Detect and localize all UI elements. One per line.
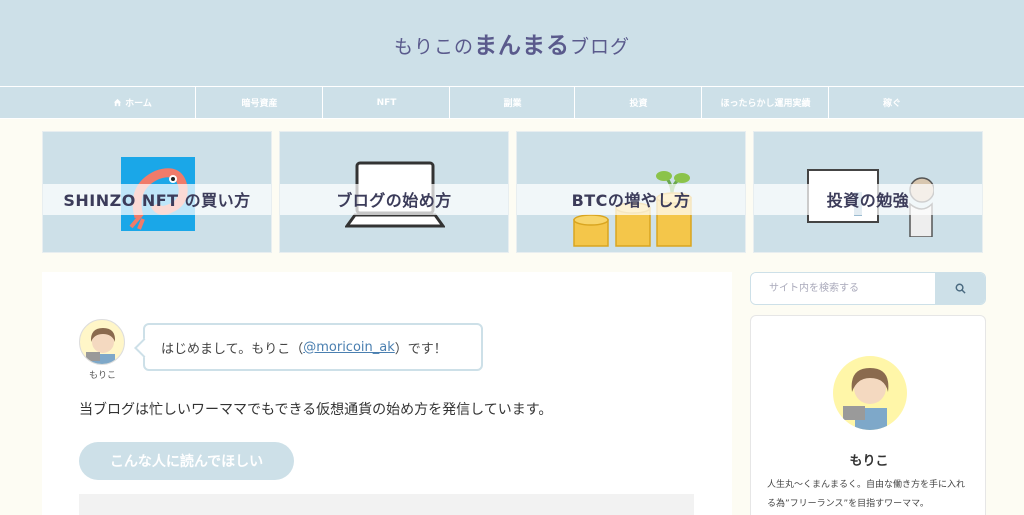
nav-item-results[interactable]: ほったらかし運用実績 [703,87,829,118]
site-title[interactable]: もりこのまんまるブログ [394,26,630,60]
main-content: もりこ はじめまして。もりこ（ @moricoin_ak ）です！ 当ブログは忙しい… [42,272,732,515]
main-nav: ホーム 暗号資産 NFT 副業 投資 ほったらかし運用実績 稼ぐ [0,86,1024,119]
site-title-part3: ブログ [570,36,631,58]
featured-card-btc[interactable]: BTCの増やし方 [516,131,746,253]
site-title-part1: もりこの [393,36,474,58]
card-label: BTCの増やし方 [571,191,691,210]
nav-item-crypto[interactable]: 暗号資産 [197,87,323,118]
speech-text-suffix: ）です！ [394,341,447,357]
intro-text: 当ブログは忙しいワーママでもできる仮想通貨の始め方を発信しています。 [79,402,553,418]
profile-widget: もりこ 人生丸〜くまんまるく。自由な働き方を手に入れる為”フリーランス”を目指す… [750,315,986,515]
speech-bubble: はじめまして。もりこ（ @moricoin_ak ）です！ [143,323,483,371]
nav-item-earn[interactable]: 稼ぐ [830,87,954,118]
nav-item-investment[interactable]: 投資 [576,87,702,118]
speech-text: はじめまして。もりこ（ [161,341,304,357]
profile-avatar [833,356,907,430]
featured-card-study[interactable]: 投資の勉強 [753,131,983,253]
nav-item-label: ほったらかし運用実績 [720,99,811,109]
nav-item-nft[interactable]: NFT [324,87,450,118]
search-input[interactable] [751,273,937,304]
site-title-part2: まんまる [474,33,570,59]
nav-item-side-job[interactable]: 副業 [451,87,575,118]
nav-item-label: 暗号資産 [241,99,278,109]
site-header: もりこのまんまるブログ [0,0,1024,86]
section-heading: こんな人に読んでほしい [79,442,294,480]
nav-item-label: 副業 [503,99,522,109]
search-icon [955,283,966,294]
nav-item-label: 投資 [629,99,648,109]
featured-card-shinzo[interactable]: SHINZO NFT の買い方 [42,131,272,253]
profile-bio: 人生丸〜くまんまるく。自由な働き方を手に入れる為”フリーランス”を目指すワーママ… [767,480,966,509]
author-avatar-caption: もりこ [89,371,117,381]
card-label: SHINZO NFT の買い方 [63,191,251,210]
card-label: 投資の勉強 [826,191,910,210]
profile-name: もりこ [849,454,889,469]
nav-item-label: ホーム [125,99,152,109]
card-label: ブログの始め方 [336,191,452,210]
nav-item-home[interactable]: ホーム [70,87,196,118]
author-avatar [79,319,125,365]
nav-item-label: NFT [376,97,397,108]
nav-item-label: 稼ぐ [882,99,901,109]
search-box [750,272,986,305]
home-icon [114,98,122,107]
checklist-box [79,494,694,515]
featured-card-blog[interactable]: ブログの始め方 [279,131,509,253]
twitter-handle-link[interactable]: @moricoin_ak [303,340,395,355]
search-button[interactable] [935,273,985,304]
